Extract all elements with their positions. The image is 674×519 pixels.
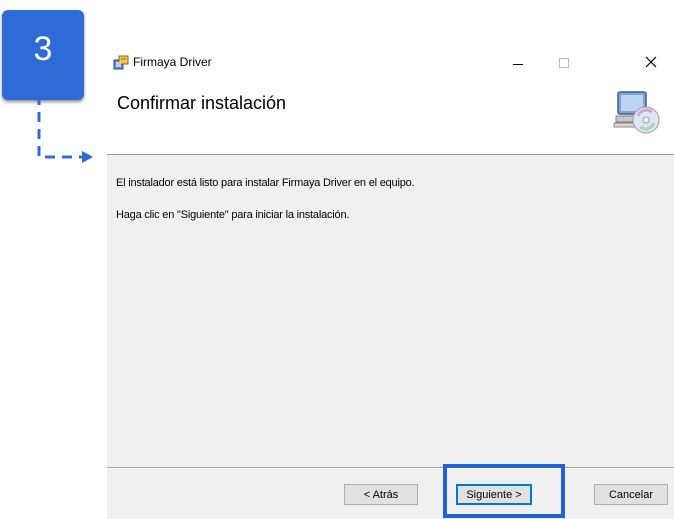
page-title: Confirmar instalación bbox=[117, 93, 287, 113]
cancel-button[interactable]: Cancelar bbox=[594, 484, 668, 505]
computer-disc-icon bbox=[613, 91, 660, 134]
installer-package-icon bbox=[113, 55, 129, 70]
header-banner: Confirmar instalación bbox=[107, 76, 674, 154]
close-icon bbox=[645, 56, 657, 68]
step-badge: 3 bbox=[2, 10, 84, 100]
step-number: 3 bbox=[33, 30, 53, 68]
back-button[interactable]: < Atrás bbox=[344, 484, 418, 505]
window-title: Firmaya Driver bbox=[133, 55, 212, 69]
callout-arrow-icon bbox=[37, 95, 93, 163]
close-button[interactable] bbox=[628, 46, 674, 76]
minimize-button[interactable] bbox=[495, 46, 541, 76]
button-bar: < Atrás Siguiente > Cancelar bbox=[107, 469, 674, 519]
instruction-message: Haga clic en "Siguiente" para iniciar la… bbox=[116, 209, 350, 221]
title-bar: Firmaya Driver bbox=[107, 46, 674, 76]
ready-message: El instalador está listo para instalar F… bbox=[116, 177, 415, 189]
maximize-button[interactable] bbox=[541, 46, 587, 76]
next-button-highlight bbox=[443, 464, 565, 518]
installer-window: Firmaya Driver Confirmar instalación El … bbox=[107, 46, 674, 519]
content-area: El instalador está listo para instalar F… bbox=[107, 155, 674, 467]
